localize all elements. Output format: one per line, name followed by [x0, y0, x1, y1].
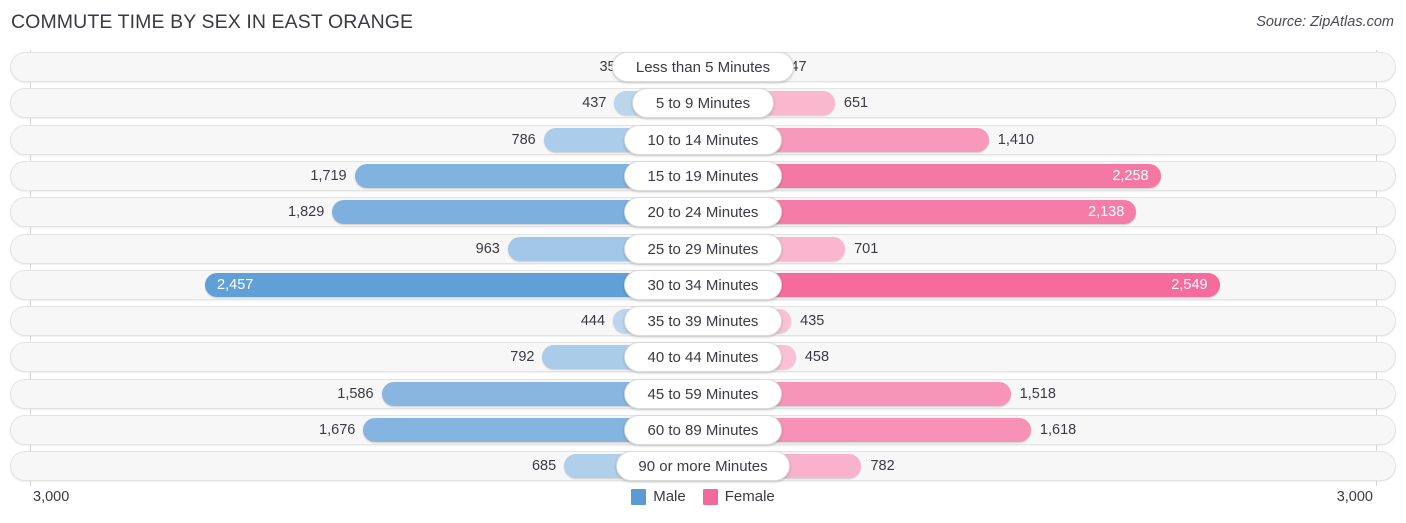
bar-value-female: 2,138: [1088, 204, 1125, 221]
bar-value-female: 1,618: [1039, 422, 1077, 438]
bar-value-female: 1,518: [1019, 385, 1056, 402]
legend-label: Male: [653, 488, 686, 505]
legend-swatch-icon: [631, 488, 647, 505]
category-label[interactable]: Less than 5 Minutes: [612, 52, 794, 82]
legend: Male Female: [0, 488, 1406, 505]
page-title: COMMUTE TIME BY SEX IN EAST ORANGE: [11, 11, 414, 33]
bar-value-male: 792: [510, 349, 535, 366]
category-label[interactable]: 20 to 24 Minutes: [624, 197, 782, 228]
category-label[interactable]: 10 to 14 Minutes: [624, 124, 782, 155]
legend-swatch-icon: [702, 488, 718, 505]
legend-label: Female: [724, 488, 775, 505]
bar-value-male: 2,457: [217, 276, 254, 293]
chart-row: 437 651 5 to 9 Minutes: [10, 88, 1396, 119]
category-label[interactable]: 45 to 59 Minutes: [624, 378, 782, 409]
chart-row: 963 701 25 to 29 Minutes: [10, 233, 1396, 264]
chart-row: 2,457 2,549 30 to 34 Minutes: [10, 269, 1396, 300]
bar-value-male: 1,676: [319, 422, 356, 438]
plot-area: 352347Less than 5 Minutes 437 651 5 to 9 Mi…: [0, 50, 1406, 487]
bar-value-female: 701: [854, 240, 879, 257]
chart-row: 685 782 90 or more Minutes: [10, 451, 1396, 482]
bar-value-male: 1,719: [310, 167, 347, 184]
bar-value-male: 1,829: [288, 204, 325, 221]
commute-time-by-sex-chart: COMMUTE TIME BY SEX IN EAST ORANGE Sourc…: [0, 0, 1406, 523]
category-label[interactable]: 5 to 9 Minutes: [632, 88, 774, 119]
category-label[interactable]: 60 to 89 Minutes: [624, 415, 782, 445]
bar-value-female: 458: [804, 349, 830, 366]
chart-row: 1,719 2,258 15 to 19 Minutes: [10, 160, 1396, 191]
bar-value-male: 786: [511, 131, 536, 148]
chart-row: 786 1,410 10 to 14 Minutes: [10, 124, 1396, 155]
category-label[interactable]: 30 to 34 Minutes: [624, 269, 782, 300]
bar-value-female: 651: [843, 95, 869, 112]
chart-row: 444 435 35 to 39 Minutes: [10, 306, 1396, 337]
category-label[interactable]: 90 or more Minutes: [616, 451, 790, 482]
chart-footer: 3,000 3,000 Male Female: [0, 487, 1406, 523]
category-label[interactable]: 40 to 44 Minutes: [624, 342, 782, 373]
chart-row: 792 458 40 to 44 Minutes: [10, 342, 1396, 373]
chart-row: 1,586 1,518 45 to 59 Minutes: [10, 378, 1396, 409]
bar-value-female: 782: [870, 458, 895, 475]
bar-value-male: 685: [531, 458, 557, 475]
legend-item-female[interactable]: Female: [702, 488, 775, 505]
bar-value-male: 963: [475, 240, 500, 257]
bar-value-male: 437: [582, 95, 607, 112]
bar-value-male: 444: [580, 313, 606, 330]
bar-value-female: 2,549: [1171, 276, 1208, 293]
bar-value-male: 1,586: [337, 385, 374, 402]
bar-value-female: 435: [800, 313, 825, 330]
legend-item-male[interactable]: Male: [631, 488, 686, 505]
bar-value-female: 2,258: [1112, 167, 1149, 184]
category-label[interactable]: 15 to 19 Minutes: [624, 160, 782, 191]
category-label[interactable]: 25 to 29 Minutes: [624, 233, 782, 264]
chart-row: 1,676 1,618 60 to 89 Minutes: [10, 415, 1396, 445]
chart-row: 1,829 2,138 20 to 24 Minutes: [10, 197, 1396, 228]
chart-row: 352347Less than 5 Minutes: [10, 52, 1396, 82]
bar-value-female: 1,410: [997, 131, 1035, 148]
category-label[interactable]: 35 to 39 Minutes: [624, 306, 782, 337]
source-attribution: Source: ZipAtlas.com: [1256, 14, 1394, 30]
